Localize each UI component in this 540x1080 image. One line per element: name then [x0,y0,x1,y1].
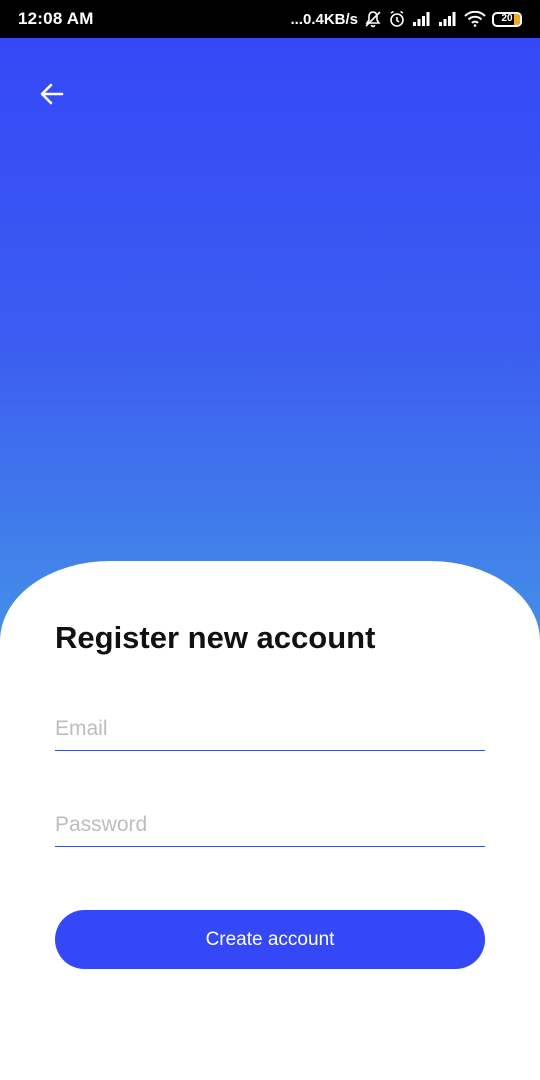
battery-icon: 20 [492,11,522,27]
back-button[interactable] [34,78,70,114]
network-speed: ...0.4KB/s [290,10,358,28]
status-icons: ...0.4KB/s 20 [290,10,522,28]
create-account-button[interactable]: Create account [55,910,485,969]
signal-icon [438,11,458,27]
signal-icon [412,11,432,27]
status-time: 12:08 AM [18,9,94,28]
page-title: Register new account [55,620,376,655]
alarm-icon [388,10,406,28]
password-field[interactable] [55,803,485,847]
wifi-icon [464,11,486,27]
status-bar: 12:08 AM ...0.4KB/s 20 [0,0,540,38]
mute-icon [364,10,382,28]
battery-level: 20 [501,13,513,24]
arrow-left-icon [38,80,66,113]
email-field[interactable] [55,707,485,751]
